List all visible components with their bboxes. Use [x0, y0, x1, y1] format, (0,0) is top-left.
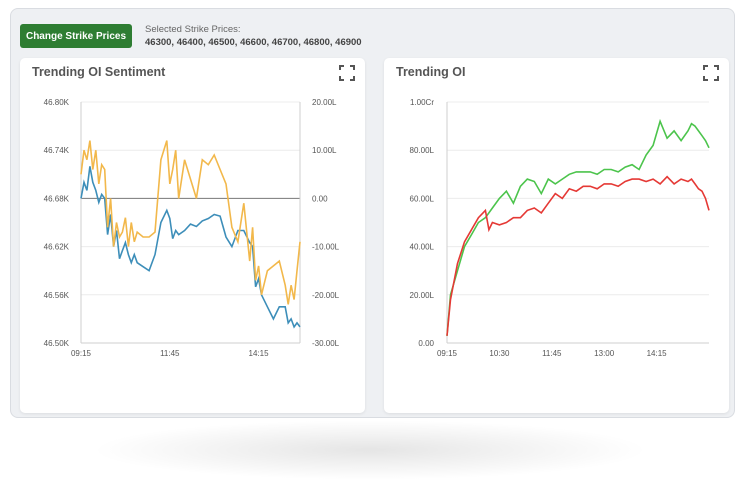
- y-right-tick-label: 10.00L: [312, 146, 337, 155]
- y-tick-label: 60.00L: [410, 194, 435, 203]
- change-strike-prices-button[interactable]: Change Strike Prices: [20, 24, 132, 48]
- x-tick-label: 10:30: [489, 349, 510, 358]
- y-right-tick-label: 0.00: [312, 194, 328, 203]
- y-right-tick-label: 20.00L: [312, 98, 337, 107]
- x-tick-label: 09:15: [71, 349, 92, 358]
- trending-oi-sentiment-chart: 46.80K 20.00L 46.74K 10.00L 46.68K 0.00 46.62K…: [44, 98, 340, 358]
- trending-oi-sentiment-card: Trending OI Sentiment 46.80K 20.00L 46.74K…: [20, 58, 365, 413]
- series-line: [80, 140, 301, 305]
- y-tick-label: 40.00L: [410, 243, 435, 252]
- y-tick-label: 20.00L: [410, 291, 435, 300]
- x-tick-label: 14:15: [647, 349, 668, 358]
- y-left-tick-label: 46.56K: [44, 291, 70, 300]
- y-left-tick-label: 46.74K: [44, 146, 70, 155]
- y-tick-label: 0.00: [418, 339, 434, 348]
- y-tick-label: 1.00Cr: [410, 98, 434, 107]
- card-shadow: [90, 420, 650, 480]
- trending-oi-chart: 1.00Cr 80.00L 60.00L 40.00L 20.00L 0.0009:15 1…: [410, 98, 710, 358]
- y-right-tick-label: -10.00L: [312, 243, 340, 252]
- series-line: [446, 175, 710, 336]
- x-tick-label: 11:45: [160, 349, 180, 358]
- x-tick-label: 14:15: [249, 349, 270, 358]
- trending-oi-card: Trending OI 1.00Cr 80.00L 60.00L 40.00L 20.0…: [384, 58, 729, 413]
- y-right-tick-label: -20.00L: [312, 291, 340, 300]
- y-tick-label: 80.00L: [410, 146, 435, 155]
- y-left-tick-label: 46.62K: [44, 243, 70, 252]
- y-left-tick-label: 46.50K: [44, 339, 70, 348]
- series-line: [446, 118, 710, 336]
- y-right-tick-label: -30.00L: [312, 339, 340, 348]
- x-tick-label: 09:15: [437, 349, 458, 358]
- selected-strike-values: 46300, 46400, 46500, 46600, 46700, 46800…: [145, 37, 362, 48]
- y-left-tick-label: 46.80K: [44, 98, 70, 107]
- x-tick-label: 11:45: [542, 349, 562, 358]
- x-tick-label: 13:00: [594, 349, 615, 358]
- y-left-tick-label: 46.68K: [44, 194, 70, 203]
- selected-strike-label: Selected Strike Prices:: [145, 24, 241, 35]
